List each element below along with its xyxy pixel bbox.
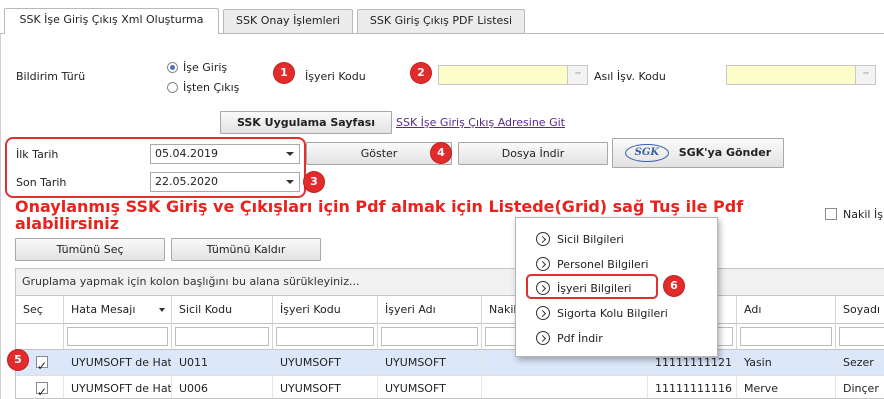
column-header-sicil-kodu[interactable]: Sicil Kodu [172,296,273,324]
badge-6: 6 [664,276,684,296]
panel-border [0,33,1,399]
cell-isyeri-adi: UYUMSOFT [378,350,482,376]
column-header-adi[interactable]: Adı [737,296,836,324]
radio-ise-giris[interactable]: İşe Giriş [167,61,227,74]
row-checkbox[interactable] [36,380,48,398]
cell-isyeri-kodu: UYUMSOFT [273,350,378,376]
ilk-tarih-value: 05.04.2019 [155,147,218,160]
son-tarih-select[interactable]: 22.05.2020 [150,172,300,192]
ssk-adres-link[interactable]: SSK İşe Giriş Çıkış Adresine Git [396,116,565,129]
isyeri-kodu-lookup-button[interactable]: ··· [567,66,587,84]
son-tarih-label: Son Tarih [16,176,67,189]
bildirim-turu-label: Bildirim Türü [16,70,86,83]
cell-adi: Yasin [737,350,836,376]
sgk-logo-icon: SGK [624,144,669,162]
isyeri-kodu-label: İşyeri Kodu [305,70,366,83]
tab-bar: SSK İşe Giriş Çıkış Xml Oluşturma SSK On… [0,0,884,34]
table-row[interactable]: UYUMSOFT de Hat U006 UYUMSOFT UYUMSOFT 1… [16,376,884,398]
tab-onay-islemleri[interactable]: SSK Onay İşlemleri [223,9,353,33]
filter-cell-isyeri-adi [378,324,482,350]
cell-nakil [482,376,648,398]
column-header-sec[interactable]: Seç [16,296,64,324]
nakil-checkbox[interactable] [825,208,837,220]
asil-isv-kodu-input[interactable]: ··· [726,65,876,85]
tumunu-sec-button[interactable]: Tümünü Seç [15,238,165,261]
badge-5: 5 [8,350,28,370]
menu-item-personel-bilgileri[interactable]: Personel Bilgileri [536,255,648,273]
ilk-tarih-label: İlk Tarih [16,148,59,161]
ssk-uygulama-button[interactable]: SSK Uygulama Sayfası [220,111,392,134]
chevron-right-circle-icon [536,257,550,271]
menu-item-label: Personel Bilgileri [557,257,649,271]
filter-input-isyeri-kodu[interactable] [276,327,374,346]
dosya-indir-button[interactable]: Dosya İndir [458,142,608,165]
nakil-label: Nakil İş [843,208,883,221]
group-panel[interactable]: Gruplama yapmak için kolon başlığını bu … [16,269,884,296]
asil-isv-kodu-lookup-button[interactable]: ··· [855,66,875,84]
column-header-isyeri-adi[interactable]: İşyeri Adı [378,296,482,324]
menu-item-sicil-bilgileri[interactable]: Sicil Bilgileri [536,230,624,248]
table-row[interactable]: UYUMSOFT de Hat U011 UYUMSOFT UYUMSOFT 1… [16,350,884,376]
menu-item-label: Pdf İndir [557,331,603,345]
radio-isten-cikis-label: İşten Çıkış [183,81,240,94]
badge-3: 3 [304,172,324,192]
filter-input-sicil[interactable] [175,327,269,346]
cell-tc: 11111111116 [648,376,737,398]
chevron-right-circle-icon [536,232,550,246]
filter-input-soyadi[interactable] [839,327,884,346]
row-checkbox[interactable] [36,354,48,376]
menu-item-pdf-indir[interactable]: Pdf İndir [536,329,603,347]
cell-isyeri-adi: UYUMSOFT [378,376,482,398]
column-header-isyeri-kodu[interactable]: İşyeri Kodu [273,296,378,324]
column-header-hata-label: Hata Mesajı [71,303,136,316]
chevron-down-icon[interactable] [286,152,294,156]
cell-hata: UYUMSOFT de Hat [64,350,172,376]
tumunu-kaldir-button[interactable]: Tümünü Kaldır [171,238,321,261]
tab-xml-olusturma[interactable]: SSK İşe Giriş Çıkış Xml Oluşturma [4,8,219,34]
menu-item-label: Sigorta Kolu Bilgileri [557,306,668,320]
cell-soyadi: Dinçer [836,376,884,398]
cell-sicil: U006 [172,376,273,398]
cell-soyadi: Sezer [836,350,884,376]
menu-item-label: Sicil Bilgileri [557,232,624,246]
chevron-right-circle-icon [536,306,550,320]
radio-ise-giris-label: İşe Giriş [183,61,228,74]
column-header-hata-mesaji[interactable]: Hata Mesajı [64,296,172,324]
filter-cell-hata [64,324,172,350]
filter-cell-soyadi [836,324,884,350]
tab-pdf-listesi[interactable]: SSK Giriş Çıkış PDF Listesi [357,9,525,33]
cell-hata: UYUMSOFT de Hat [64,376,172,398]
cell-adi: Merve [737,376,836,398]
filter-input-adi[interactable] [740,327,832,346]
radio-isten-cikis[interactable]: İşten Çıkış [167,81,239,94]
filter-cell-isyeri-kodu [273,324,378,350]
cell-sicil: U011 [172,350,273,376]
radio-ise-giris-dot[interactable] [167,62,178,73]
menu-item-sigorta-kolu[interactable]: Sigorta Kolu Bilgileri [536,304,668,322]
filter-cell-sec [16,324,64,350]
filter-cell-adi [737,324,836,350]
isyeri-kodu-input[interactable]: ··· [438,65,588,85]
asil-isv-kodu-label: Asıl İşv. Kodu [594,70,666,83]
menu-highlight-frame [526,274,658,299]
sgk-gonder-label: SGK'ya Gönder [678,146,772,159]
chevron-down-icon[interactable] [286,180,294,184]
row-select-cell [16,376,64,398]
badge-1: 1 [274,63,294,83]
data-grid[interactable]: Gruplama yapmak için kolon başlığını bu … [15,268,884,399]
column-header-soyadi[interactable]: Soyadı [836,296,884,324]
filter-dropdown-icon[interactable] [159,308,165,312]
filter-input-isyeri-adi[interactable] [381,327,478,346]
filter-cell-sicil [172,324,273,350]
radio-isten-cikis-dot[interactable] [167,82,178,93]
cell-isyeri-kodu: UYUMSOFT [273,376,378,398]
son-tarih-value: 22.05.2020 [155,175,218,188]
badge-2: 2 [411,63,431,83]
ilk-tarih-select[interactable]: 05.04.2019 [150,144,300,164]
badge-4: 4 [431,143,451,163]
filter-input-hata[interactable] [67,327,168,346]
sgk-gonder-button[interactable]: SGK SGK'ya Gönder [612,138,784,168]
chevron-right-circle-icon [536,331,550,345]
